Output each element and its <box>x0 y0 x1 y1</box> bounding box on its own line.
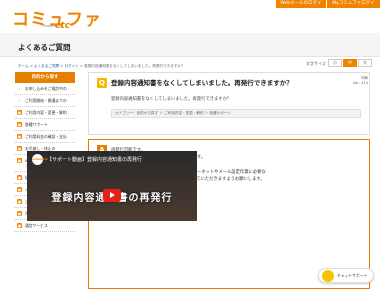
webmail-login-button[interactable]: Webメールのログイン <box>276 0 326 14</box>
category-icon: ▣ <box>17 122 22 127</box>
sidebar-item-label: ご利用料金の確認・支払 <box>25 134 67 139</box>
sidebar-item-label: ご利用開始・開通までの <box>25 98 67 103</box>
question-title: 登録内容通知書をなくしてしまいました。再発行できますか？ <box>111 79 293 87</box>
play-icon[interactable] <box>103 189 121 202</box>
chat-support-label: チャットサポート <box>337 273 368 278</box>
breadcrumb-faq[interactable]: よくあるご質問 <box>34 64 59 68</box>
chat-support-button[interactable]: チャットサポート <box>318 268 374 283</box>
category-icon: ▣ <box>17 158 22 163</box>
breadcrumb: ホーム > よくあるご質問 > ログイン > 登録内容通知書をなくしてしまいまし… <box>18 64 185 69</box>
sidebar-item-label: ご利用内容・変更・解約 <box>25 110 67 115</box>
page-title: よくあるご質問 <box>18 43 71 52</box>
question-box: Q 登録内容通知書をなくしてしまいました。再発行できますか？ 印刷 No : 4… <box>88 72 370 135</box>
sidebar-item-label: お申し込みをご検討中の <box>25 86 67 91</box>
category-icon: ▣ <box>17 175 22 180</box>
sidebar-item[interactable]: ▣ ご利用料金の確認・支払 <box>15 131 75 143</box>
font-size-large-button[interactable]: 大 <box>358 59 372 67</box>
breadcrumb-current: 登録内容通知書をなくしてしまいました。再発行できますか？ <box>84 64 185 68</box>
video-title[interactable]: 【サポート動画】登録内容通知書の再発行 <box>47 156 142 163</box>
channel-avatar[interactable]: commufa <box>32 154 48 165</box>
sidebar-item[interactable]: › ご利用開始・開通までの <box>15 95 75 107</box>
breadcrumb-section[interactable]: ログイン <box>64 64 78 68</box>
font-size-small-button[interactable]: 小 <box>328 59 342 67</box>
ctc-logo: ctc <box>55 21 70 31</box>
support-video[interactable]: commufa 【サポート動画】登録内容通知書の再発行 登録内容通知書の再発行 <box>27 151 197 221</box>
site-header: コミュファ Powered by ctc Webメールのログイン Myコミュファ… <box>0 0 380 33</box>
question-icon: Q <box>97 78 107 88</box>
my-commufa-login-button[interactable]: Myコミュファログイン <box>327 0 380 14</box>
sidebar-item[interactable]: ▣ 通信サービス <box>15 220 75 232</box>
category-icon: ▣ <box>17 223 22 228</box>
font-size-label: 文字サイズ <box>306 61 326 66</box>
chevron-right-icon: › <box>18 98 20 103</box>
sidebar-item[interactable]: › お申し込みをご検討中の <box>15 83 75 95</box>
category-icon: ▣ <box>17 211 22 216</box>
sidebar-head: 目的から探す <box>15 72 75 83</box>
category-icon: ▣ <box>17 199 22 204</box>
category-icon: ▣ <box>17 187 22 192</box>
chevron-right-icon: › <box>18 86 20 91</box>
sidebar-item-label: 各種サポート <box>25 122 48 127</box>
sidebar-item[interactable]: ▣ ご利用内容・変更・解約 <box>15 107 75 119</box>
chat-bot-icon <box>322 270 334 282</box>
category-icon: ▣ <box>17 110 22 115</box>
question-body: 登録内容通知書をなくしてしまいました。再発行できますか？ <box>111 97 232 102</box>
category-icon: ▣ <box>17 146 22 151</box>
sidebar-item-label: 通信サービス <box>25 223 48 228</box>
question-meta: 印刷 No : 414 <box>336 76 368 86</box>
breadcrumb-home[interactable]: ホーム <box>18 64 29 68</box>
sidebar-item[interactable]: ▣ 各種サポート <box>15 119 75 131</box>
font-size-medium-button[interactable]: 中 <box>343 59 357 67</box>
category-icon: ▣ <box>17 134 22 139</box>
category-path: カテゴリー：目的から探す ＞ ご利用内容・変更・解約 ＞ 各種サポート <box>111 109 361 118</box>
faq-number: No : 414 <box>353 81 368 85</box>
